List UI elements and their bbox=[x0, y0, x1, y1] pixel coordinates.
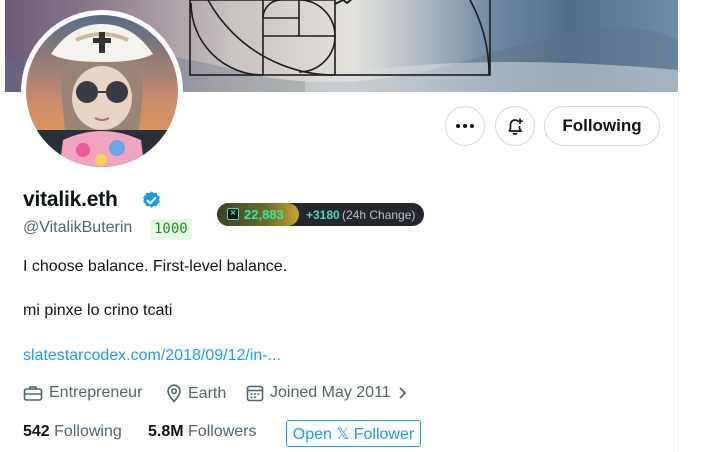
bio-line: I choose balance. First-level balance. bbox=[23, 258, 288, 275]
profile-link[interactable]: slatestarcodex.com/2018/09/12/in-... bbox=[23, 347, 281, 365]
pill-delta: +3180 bbox=[306, 208, 340, 222]
joined-text: Joined May 2011 bbox=[270, 384, 391, 401]
follower-change-pill[interactable]: × 22,883 +3180 (24h Change) bbox=[217, 203, 424, 226]
location-item: Earth bbox=[166, 384, 226, 403]
notifications-button[interactable] bbox=[495, 106, 535, 146]
open-x-follower-button[interactable]: Open 𝕏 Follower bbox=[286, 420, 421, 447]
display-name: vitalik.eth bbox=[23, 188, 118, 211]
profession-item: Entrepreneur bbox=[23, 384, 142, 402]
profile-page: Following vitalik.eth @VitalikButerin 10… bbox=[0, 0, 707, 452]
briefcase-icon bbox=[23, 386, 43, 401]
calendar-icon bbox=[246, 385, 264, 402]
avatar-image bbox=[26, 15, 178, 167]
bell-plus-icon bbox=[508, 118, 523, 135]
profile-avatar[interactable] bbox=[21, 10, 183, 172]
more-options-button[interactable] bbox=[445, 106, 485, 146]
pill-delta-note: (24h Change) bbox=[342, 208, 416, 222]
score-badge: 1000 bbox=[150, 219, 192, 240]
following-count: 542 bbox=[23, 423, 50, 440]
following-stat[interactable]: 542 Following bbox=[23, 423, 122, 441]
verified-badge-icon[interactable] bbox=[141, 190, 162, 216]
bio-line: mi pinxe lo crino tcati bbox=[23, 302, 173, 319]
following-button[interactable]: Following bbox=[544, 106, 660, 146]
pill-follower-count: 22,883 bbox=[244, 207, 284, 222]
profession-text: Entrepreneur bbox=[49, 384, 143, 401]
followers-count: 5.8M bbox=[148, 423, 184, 440]
location-pin-icon bbox=[167, 384, 181, 403]
joined-item[interactable]: Joined May 2011 bbox=[246, 384, 414, 402]
location-text: Earth bbox=[188, 384, 227, 402]
more-dots-icon bbox=[456, 124, 474, 128]
x-logo-icon: × bbox=[227, 208, 239, 220]
column-divider bbox=[678, 92, 679, 452]
followers-label: Followers bbox=[188, 423, 257, 440]
following-label: Following bbox=[54, 423, 122, 440]
user-handle: @VitalikButerin bbox=[23, 219, 133, 236]
followers-stat[interactable]: 5.8M Followers bbox=[148, 423, 257, 441]
chevron-right-icon bbox=[399, 387, 406, 399]
